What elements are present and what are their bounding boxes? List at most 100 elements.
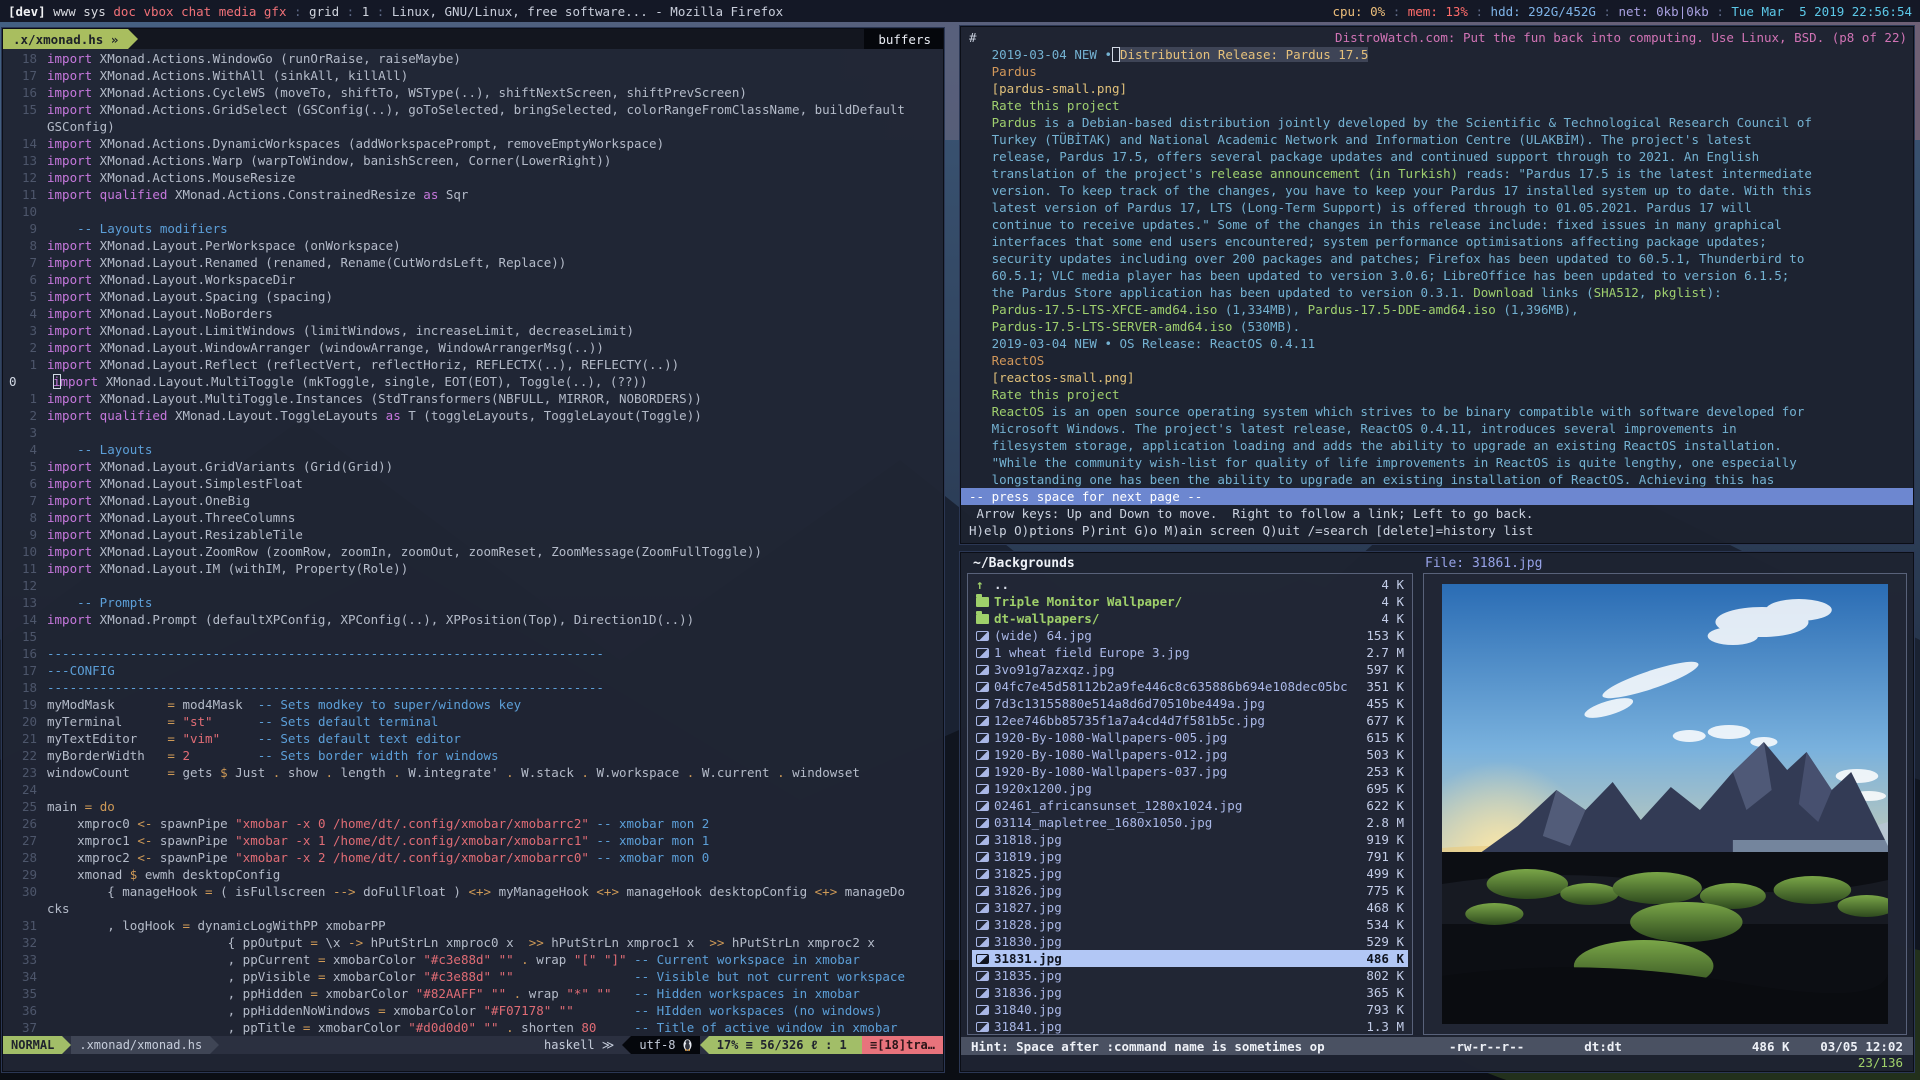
text-cursor <box>1112 47 1120 62</box>
file-row[interactable]: 31825.jpg499 K <box>972 865 1408 882</box>
link[interactable]: Rate this project <box>969 387 1120 402</box>
link[interactable]: Download <box>1473 285 1533 300</box>
file-row[interactable]: (wide) 64.jpg153 K <box>972 627 1408 644</box>
workspace-tag[interactable]: [dev] <box>8 4 53 19</box>
text-segment: XMonad.Layout.MultiToggle.Instances (Std… <box>92 391 702 406</box>
link[interactable]: pkglist <box>1654 285 1707 300</box>
link[interactable]: SHA512 <box>1594 285 1639 300</box>
file-row[interactable]: 31840.jpg793 K <box>972 1001 1408 1018</box>
browser-line: 2019-03-04 NEW • OS Release: ReactOS 0.4… <box>961 335 1913 352</box>
file-row[interactable]: 31826.jpg775 K <box>972 882 1408 899</box>
powerline-arrow-icon <box>210 1036 219 1054</box>
editor-line: 0import XMonad.Layout.MultiToggle (mkTog… <box>3 373 943 390</box>
statusline-filetype: haskell ≫ <box>536 1036 622 1054</box>
text-segment: longstanding one has been the ability to… <box>969 472 1774 487</box>
file-name: (wide) 64.jpg <box>994 628 1092 643</box>
file-row[interactable]: 02461_africansunset_1280x1024.jpg622 K <box>972 797 1408 814</box>
file-row[interactable]: 31836.jpg365 K <box>972 984 1408 1001</box>
file-name: 12ee746bb85735f1a7a4cd4d7f581b5c.jpg <box>994 713 1265 728</box>
line-number: 18 <box>3 50 47 67</box>
text-segment: is an open source operating system which… <box>1044 404 1804 419</box>
file-row[interactable]: 12ee746bb85735f1a7a4cd4d7f581b5c.jpg677 … <box>972 712 1408 729</box>
file-name: 31830.jpg <box>994 934 1062 949</box>
file-row[interactable]: 1920-By-1080-Wallpapers-037.jpg253 K <box>972 763 1408 780</box>
buffers-label: buffers <box>864 29 943 49</box>
link[interactable]: [reactos-small.png] <box>969 370 1135 385</box>
powerline-arrow-icon <box>622 1036 631 1054</box>
file-row[interactable]: ↑..4 K <box>972 576 1408 593</box>
text-segment: XMonad.Layout.PerWorkspace (onWorkspace) <box>92 238 401 253</box>
text-segment: XMonad.Actions.GridSelect (GSConfig(..),… <box>92 102 905 117</box>
toolbar-hash[interactable]: # <box>969 29 977 46</box>
text-segment: import <box>47 68 92 83</box>
link[interactable]: ReactOS <box>969 353 1044 368</box>
vim-command-line[interactable] <box>3 1054 943 1074</box>
link[interactable]: Pardus <box>969 64 1037 79</box>
file-size: 365 K <box>1366 985 1404 1000</box>
file-row[interactable]: 31827.jpg468 K <box>972 899 1408 916</box>
file-row[interactable]: 31818.jpg919 K <box>972 831 1408 848</box>
file-row[interactable]: 31828.jpg534 K <box>972 916 1408 933</box>
text-segment: . <box>506 765 514 780</box>
text-segment: = <box>167 731 175 746</box>
link[interactable]: Distribution Release: Pardus 17.5 <box>1120 47 1368 62</box>
bar-separator: : <box>1709 4 1732 19</box>
link[interactable]: release announcement <box>1210 166 1361 181</box>
editor-line: 32 { ppOutput = \x -> hPutStrLn xmproc0 … <box>3 934 943 951</box>
file-row[interactable]: 1920x1200.jpg695 K <box>972 780 1408 797</box>
workspace-tag[interactable]: doc vbox chat media gfx <box>113 4 286 19</box>
link[interactable]: Pardus-17.5-LTS-SERVER-amd64.iso <box>969 319 1232 334</box>
text-segment <box>596 952 604 967</box>
text-segment: myTextEditor <box>47 731 167 746</box>
link[interactable]: Pardus <box>969 115 1037 130</box>
link[interactable]: Rate this project <box>969 98 1120 113</box>
folder-icon <box>976 597 989 607</box>
code-text: import XMonad.Layout.SimplestFloat <box>47 475 303 492</box>
file-row[interactable]: 3vo91g7azxqz.jpg597 K <box>972 661 1408 678</box>
code-text: import qualified XMonad.Layout.ToggleLay… <box>47 407 702 424</box>
file-row[interactable]: 31841.jpg1.3 M <box>972 1018 1408 1035</box>
line-number: 3 <box>3 322 47 339</box>
file-row[interactable]: 31830.jpg529 K <box>972 933 1408 950</box>
text-segment: "#c3e88d" <box>423 952 491 967</box>
text-segment: xmobarColor <box>310 1020 408 1035</box>
editor-line: 23windowCount = gets $ Just . show . len… <box>3 764 943 781</box>
browser-line: filesystem storage, application loading … <box>961 437 1913 454</box>
link[interactable]: [pardus-small.png] <box>969 81 1127 96</box>
link[interactable]: Pardus-17.5-LTS-XFCE-amd64.iso <box>969 302 1217 317</box>
code-text: import XMonad.Layout.NoBorders <box>47 305 273 322</box>
text-segment <box>1360 166 1368 181</box>
link[interactable]: (in Turkish) <box>1368 166 1458 181</box>
text-segment: latest version of Pardus 17, LTS (Long-T… <box>969 200 1752 215</box>
file-row[interactable]: Triple Monitor Wallpaper/4 K <box>972 593 1408 610</box>
file-row[interactable]: 31835.jpg802 K <box>972 967 1408 984</box>
browser-line: release, Pardus 17.5, offers several pac… <box>961 148 1913 165</box>
editor-line: 16import XMonad.Actions.CycleWS (moveTo,… <box>3 84 943 101</box>
workspace-tag[interactable]: www sys <box>53 4 113 19</box>
text-segment: "[" <box>574 952 597 967</box>
text-segment: import qualified <box>47 187 167 202</box>
line-number: 3 <box>3 424 47 441</box>
file-list-pane[interactable]: ↑..4 KTriple Monitor Wallpaper/4 Kdt-wal… <box>967 573 1413 1035</box>
line-number: 10 <box>3 543 47 560</box>
text-segment: import <box>47 510 92 525</box>
file-row[interactable]: 1920-By-1080-Wallpapers-012.jpg503 K <box>972 746 1408 763</box>
text-segment: -- Prompts <box>47 595 152 610</box>
editor-line: 9 -- Layouts modifiers <box>3 220 943 237</box>
editor-buffer[interactable]: 18import XMonad.Actions.WindowGo (runOrR… <box>3 49 943 1036</box>
link[interactable]: Pardus-17.5-DDE-amd64.iso <box>1308 302 1496 317</box>
link[interactable]: ReactOS <box>969 404 1044 419</box>
text-segment: myTerminal <box>47 714 167 729</box>
text-segment: show <box>280 765 325 780</box>
file-row[interactable]: 1920-By-1080-Wallpapers-005.jpg615 K <box>972 729 1408 746</box>
file-row[interactable]: 04fc7e45d58112b2a9fe446c8c635886b694e108… <box>972 678 1408 695</box>
browser-line: ReactOS is an open source operating syst… <box>961 403 1913 420</box>
file-row[interactable]: 31819.jpg791 K <box>972 848 1408 865</box>
file-row[interactable]: 1 wheat field Europe 3.jpg2.7 M <box>972 644 1408 661</box>
file-row[interactable]: 31831.jpg486 K <box>972 950 1408 967</box>
editor-tab[interactable]: .x/xmonad.hs » <box>3 29 128 49</box>
file-row[interactable]: 03114_mapletree_1680x1050.jpg2.8 M <box>972 814 1408 831</box>
file-owner: dt:dt <box>1584 1039 1622 1054</box>
file-row[interactable]: 7d3c13155880e514a8d6d70510be449a.jpg455 … <box>972 695 1408 712</box>
file-row[interactable]: dt-wallpapers/4 K <box>972 610 1408 627</box>
